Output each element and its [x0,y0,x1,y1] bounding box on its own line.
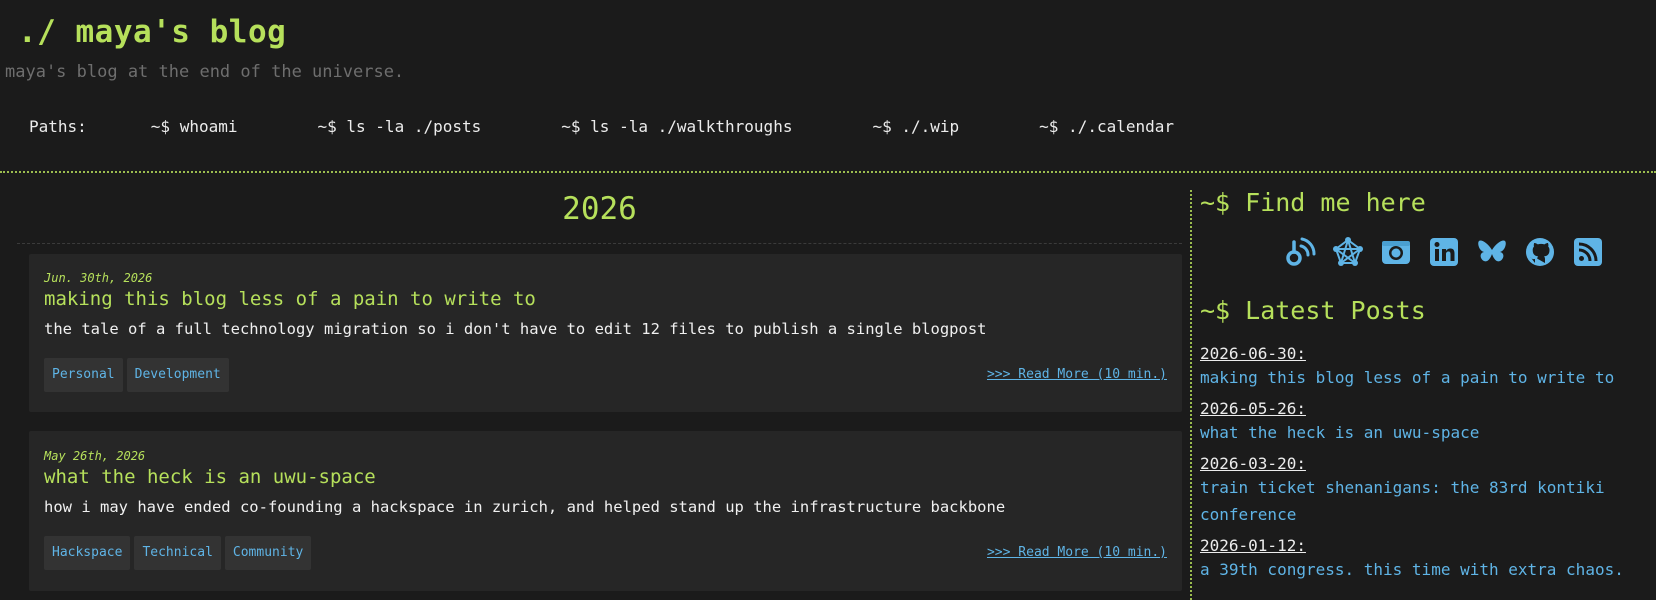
latest-post-date: 2026-05-26: [1200,399,1306,418]
nav-link-calendar[interactable]: ~$ ./.calendar [1039,116,1174,138]
post-summary: how i may have ended co-founding a hacks… [44,498,1006,516]
site-logo[interactable]: ./ maya's blog [18,10,286,54]
site-header: ./ maya's blog maya's blog at the end of… [0,0,1656,173]
latest-posts: ~$ Latest Posts 2026-06-30: making this … [1200,294,1650,579]
post-card: May 26th, 2026 what the heck is an uwu-s… [29,431,1182,591]
nav-link-walkthroughs[interactable]: ~$ ls -la ./walkthroughs [561,116,792,138]
find-me-heading: ~$ Find me here [1200,188,1426,217]
nav-link-wip[interactable]: ~$ ./.wip [872,116,959,138]
post-date: Jun. 30th, 2026 [44,271,153,285]
list-item: 2026-06-30: making this blog less of a p… [1200,344,1640,391]
github-icon[interactable] [1524,236,1556,268]
latest-posts-list: 2026-06-30: making this blog less of a p… [1200,344,1640,591]
list-item: 2026-01-12: a 39th congress. this time w… [1200,536,1640,583]
post-tags: Personal Development [44,358,229,392]
post-card: Jun. 30th, 2026 making this blog less of… [29,254,1182,412]
tag-community[interactable]: Community [224,536,312,570]
social-links [1284,236,1604,268]
latest-post-link[interactable]: a 39th congress. this time with extra ch… [1200,556,1640,583]
instagram-icon[interactable] [1380,236,1412,268]
list-item: 2026-03-20: train ticket shenanigans: th… [1200,454,1640,528]
tag-hackspace[interactable]: Hackspace [44,536,131,570]
nav-label: Paths: [29,117,87,136]
latest-post-link[interactable]: train ticket shenanigans: the 83rd konti… [1200,474,1640,528]
main-nav: Paths: ~$ whoami ~$ ls -la ./posts ~$ ls… [29,116,1174,138]
list-item: 2026-05-26: what the heck is an uwu-spac… [1200,399,1640,446]
read-more-link[interactable]: >>> Read More (10 min.) [987,544,1167,562]
latest-posts-heading: ~$ Latest Posts [1200,296,1426,325]
header-divider [0,171,1656,173]
site-tagline: maya's blog at the end of the universe. [5,62,405,82]
latest-post-link[interactable]: what the heck is an uwu-space [1200,419,1640,446]
latest-post-link[interactable]: making this blog less of a pain to write… [1200,364,1640,391]
year-heading: 2026 [562,191,637,227]
latest-post-date: 2026-01-12: [1200,536,1306,555]
post-list: 2026 Jun. 30th, 2026 making this blog le… [17,186,1182,591]
post-summary: the tale of a full technology migration … [44,320,987,338]
bluesky-icon[interactable] [1476,236,1508,268]
post-title[interactable]: making this blog less of a pain to write… [44,286,536,312]
latest-post-date: 2026-06-30: [1200,344,1306,363]
nav-link-posts[interactable]: ~$ ls -la ./posts [318,116,482,138]
nav-link-whoami[interactable]: ~$ whoami [151,116,238,138]
tag-personal[interactable]: Personal [44,358,123,392]
rss-icon[interactable] [1572,236,1604,268]
fediverse-icon[interactable] [1332,236,1364,268]
post-tags: Hackspace Technical Community [44,536,312,570]
read-more-link[interactable]: >>> Read More (10 min.) [987,366,1167,384]
year-divider [17,243,1182,244]
post-title[interactable]: what the heck is an uwu-space [44,464,376,490]
sidebar-divider [1190,190,1192,600]
latest-post-date: 2026-03-20: [1200,454,1306,473]
tag-development[interactable]: Development [126,358,229,392]
blog-feed-icon[interactable] [1284,236,1316,268]
linkedin-icon[interactable] [1428,236,1460,268]
tag-technical[interactable]: Technical [134,536,221,570]
post-date: May 26th, 2026 [44,449,146,463]
sidebar: ~$ Find me here ~$ Latest Posts 2026-06-… [1200,186,1650,579]
